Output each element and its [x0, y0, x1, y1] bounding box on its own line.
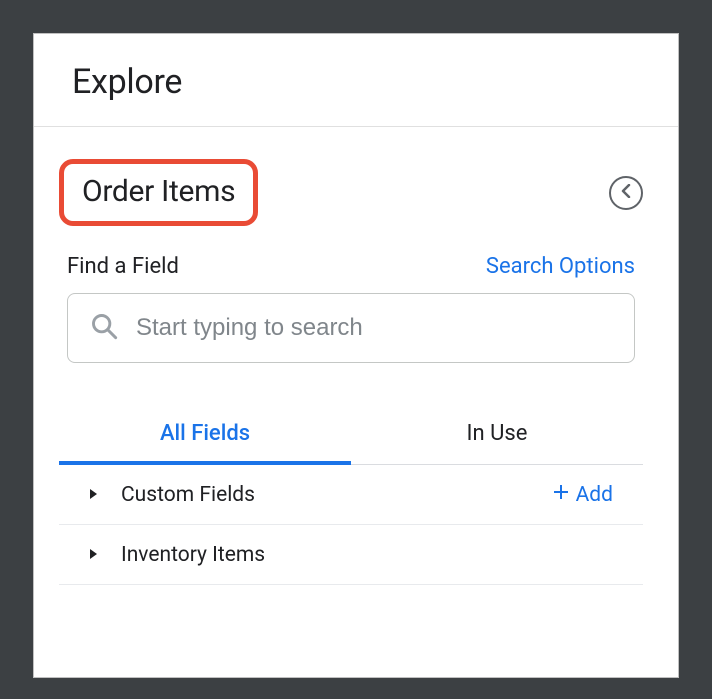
- search-options-link[interactable]: Search Options: [486, 254, 635, 279]
- page-title: Explore: [72, 62, 640, 102]
- search-box[interactable]: [67, 293, 635, 363]
- row-label: Custom Fields: [121, 483, 530, 507]
- plus-icon: [552, 483, 570, 507]
- chevron-left-icon: [621, 183, 631, 202]
- tab-all-fields[interactable]: All Fields: [59, 421, 351, 464]
- explore-panel: Explore Order Items Find a Field Search …: [33, 33, 679, 678]
- tabs: All Fields In Use: [59, 421, 643, 465]
- add-button[interactable]: Add: [552, 483, 613, 507]
- caret-right-icon: [89, 485, 99, 504]
- row-label: Inventory Items: [121, 543, 613, 567]
- panel-header: Explore: [34, 34, 678, 127]
- caret-right-icon: [89, 545, 99, 564]
- row-inventory-items[interactable]: Inventory Items: [59, 525, 643, 585]
- search-icon: [90, 312, 118, 344]
- find-field-label: Find a Field: [67, 254, 179, 279]
- section-body: Order Items Find a Field Search Options …: [34, 127, 678, 585]
- add-label: Add: [576, 483, 613, 507]
- search-input[interactable]: [136, 314, 612, 342]
- section-title: Order Items: [82, 174, 235, 209]
- row-custom-fields[interactable]: Custom Fields Add: [59, 465, 643, 525]
- tab-in-use[interactable]: In Use: [351, 421, 643, 464]
- collapse-button[interactable]: [609, 176, 643, 210]
- section-title-highlight: Order Items: [59, 159, 258, 226]
- find-field-row: Find a Field Search Options: [59, 254, 643, 293]
- field-groups-list: Custom Fields Add Inventory Items: [59, 465, 643, 585]
- section-title-row: Order Items: [59, 159, 643, 226]
